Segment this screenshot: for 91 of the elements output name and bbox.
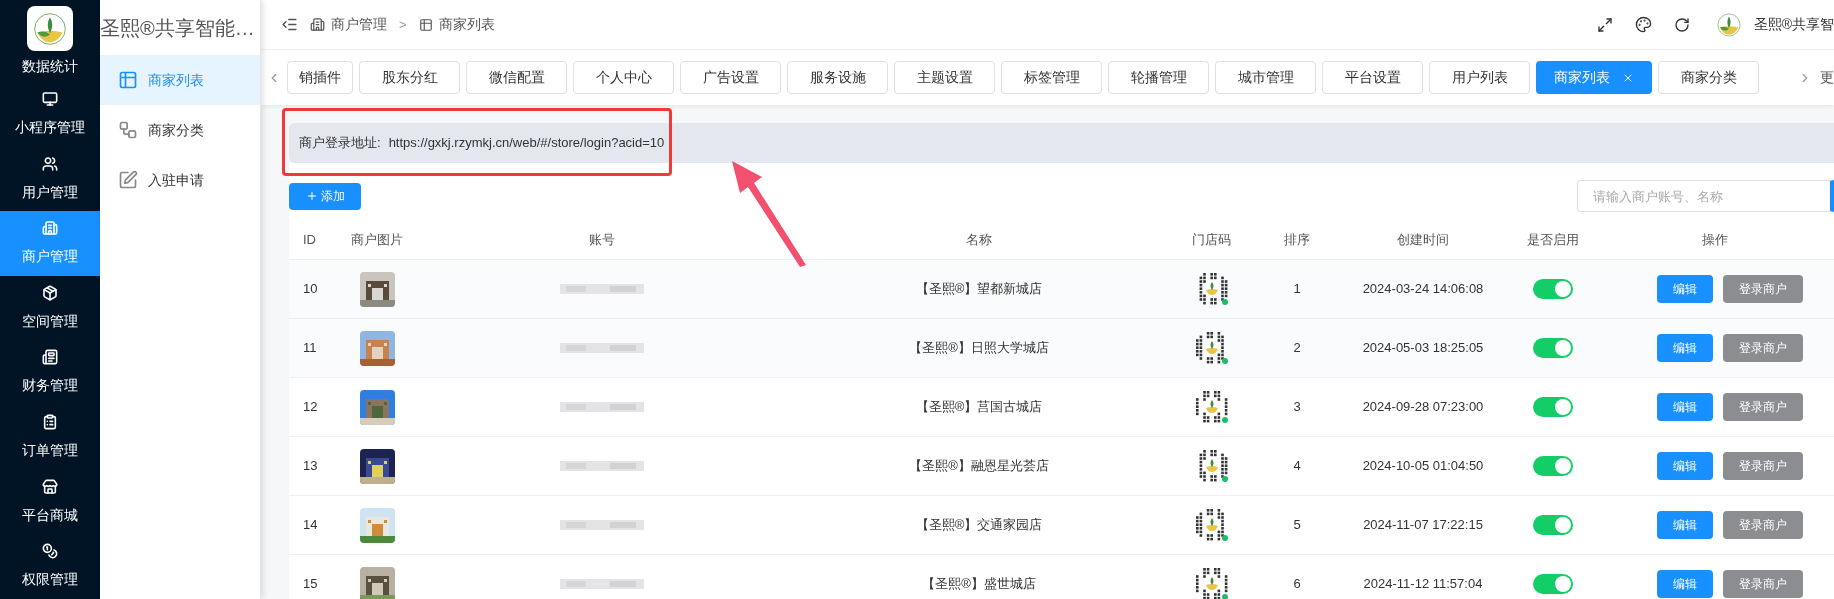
table-cell-text: 【圣熙®】交通家园店 [914,516,1044,535]
tab[interactable]: 服务设施 [787,61,888,94]
table-cell-text: 2 [1292,339,1302,358]
list-icon [42,349,58,366]
menu-icon[interactable] [281,16,298,33]
tab[interactable]: 标签管理 [1001,61,1102,94]
table-cell-text: 2024-09-28 07:23:00 [1361,398,1485,417]
logo-icon [1715,11,1742,38]
logo-icon [32,10,68,47]
coins-icon [42,543,58,560]
column-header: 创建时间 [1396,230,1450,249]
table-cell-text: 【圣熙®】望都新城店 [914,280,1044,299]
breadcrumb-separator: > [399,15,407,34]
toggle-switch[interactable] [1533,279,1573,299]
column-header: 是否启用 [1526,230,1580,249]
table-cell-text: 10 [302,280,319,299]
tab[interactable]: 轮播管理 [1108,61,1209,94]
store-icon [42,478,58,495]
tab[interactable]: 广告设置 [680,61,781,94]
submenu-item[interactable]: 入驻申请 [100,155,260,205]
table-cell-text: 3 [1292,398,1302,417]
table-cell-text: 【圣熙®】莒国古城店 [914,398,1044,417]
table-cell-text: 2024-05-03 18:25:05 [1361,339,1485,358]
tab[interactable]: 商家分类 [1658,61,1759,94]
table-cell-text: 2024-03-24 14:06:08 [1361,280,1485,299]
nav-item[interactable]: 权限管理 [0,534,100,599]
app-title: 圣熙®共享智能… [100,15,256,41]
laptop-icon [42,91,58,108]
table-cell-text: 6 [1292,575,1302,594]
table-cell-text: 11 [302,339,318,358]
table-cell-text: 2024-11-12 11:57:04 [1362,575,1484,594]
column-header: 名称 [965,230,993,249]
user-name[interactable]: 圣熙®共享智 [1753,14,1834,35]
table-cell-text: 2024-11-07 17:22:15 [1362,516,1484,535]
tab[interactable]: 平台设置 [1322,61,1423,94]
toggle-switch[interactable] [1533,456,1573,476]
tab[interactable]: 城市管理 [1215,61,1316,94]
table-cell-text: 1 [1292,280,1302,299]
column-header: 商户图片 [350,230,404,249]
table-cell-text: 13 [302,457,319,476]
table-cell-text: 【圣熙®】日照大学城店 [908,339,1050,358]
toggle-switch[interactable] [1533,515,1573,535]
plus-icon [305,190,318,202]
column-header: 排序 [1283,230,1311,249]
column-header: 操作 [1700,230,1729,249]
refresh-icon[interactable] [1673,16,1690,33]
table-cell-text: 14 [302,516,319,535]
tab[interactable]: 微信配置 [466,61,567,94]
table-icon [118,70,138,90]
table-cell-text: 5 [1292,516,1302,535]
toggle-switch[interactable] [1533,338,1573,358]
users-icon [42,155,58,172]
table-cell-text: 12 [302,398,319,417]
login-url: https://gxkj.rzymkj.cn/web/#/store/login?acid=10 [388,134,665,153]
palette-icon[interactable] [1634,16,1652,33]
column-header: ID [302,230,317,249]
tab[interactable]: 销插件 [287,61,353,94]
nav-item[interactable]: 平台商城 [0,469,100,535]
table-cell-text: 4 [1292,457,1302,476]
breadcrumb-item: 商家列表 [438,15,495,34]
nav-item[interactable]: 数据统计 [0,51,100,83]
tab[interactable]: 个人中心 [573,61,674,94]
table-cell-text: 【圣熙®】融恩星光荟店 [908,457,1050,476]
more-tabs[interactable]: 更 [1820,67,1834,88]
table-icon [418,17,433,32]
table-cell-text: 【圣熙®】盛世城店 [921,575,1037,594]
table-cell-text: 15 [302,575,319,594]
submenu-item[interactable]: 商家分类 [100,105,260,155]
tab[interactable]: 股东分红 [359,61,460,94]
nav-item[interactable]: 空间管理 [0,276,100,341]
toggle-switch[interactable] [1533,397,1573,417]
fullscreen-icon[interactable] [1596,16,1613,33]
nav-item[interactable]: 小程序管理 [0,82,100,147]
table-cell-text: 2024-10-05 01:04:50 [1361,457,1485,476]
nav-item[interactable]: 订单管理 [0,405,100,470]
column-header: 账号 [587,230,616,249]
search-field[interactable]: 请输入商户账号、名称 [1577,180,1834,212]
clipboard-icon [42,414,58,430]
nav-item[interactable]: 财务管理 [0,340,100,406]
edit-icon [118,170,138,190]
building-icon [42,220,58,237]
column-header: 门店码 [1191,230,1232,249]
box-icon [42,284,58,301]
nodes-icon [118,120,138,140]
tab[interactable]: 用户列表 [1429,61,1530,94]
tab[interactable]: 主题设置 [894,61,995,94]
breadcrumb-item[interactable]: 商户管理 [331,14,387,35]
building-icon [310,17,325,32]
toggle-switch[interactable] [1533,574,1573,594]
login-url-label: 商户登录地址: [299,134,381,153]
nav-item[interactable]: 用户管理 [0,146,100,212]
